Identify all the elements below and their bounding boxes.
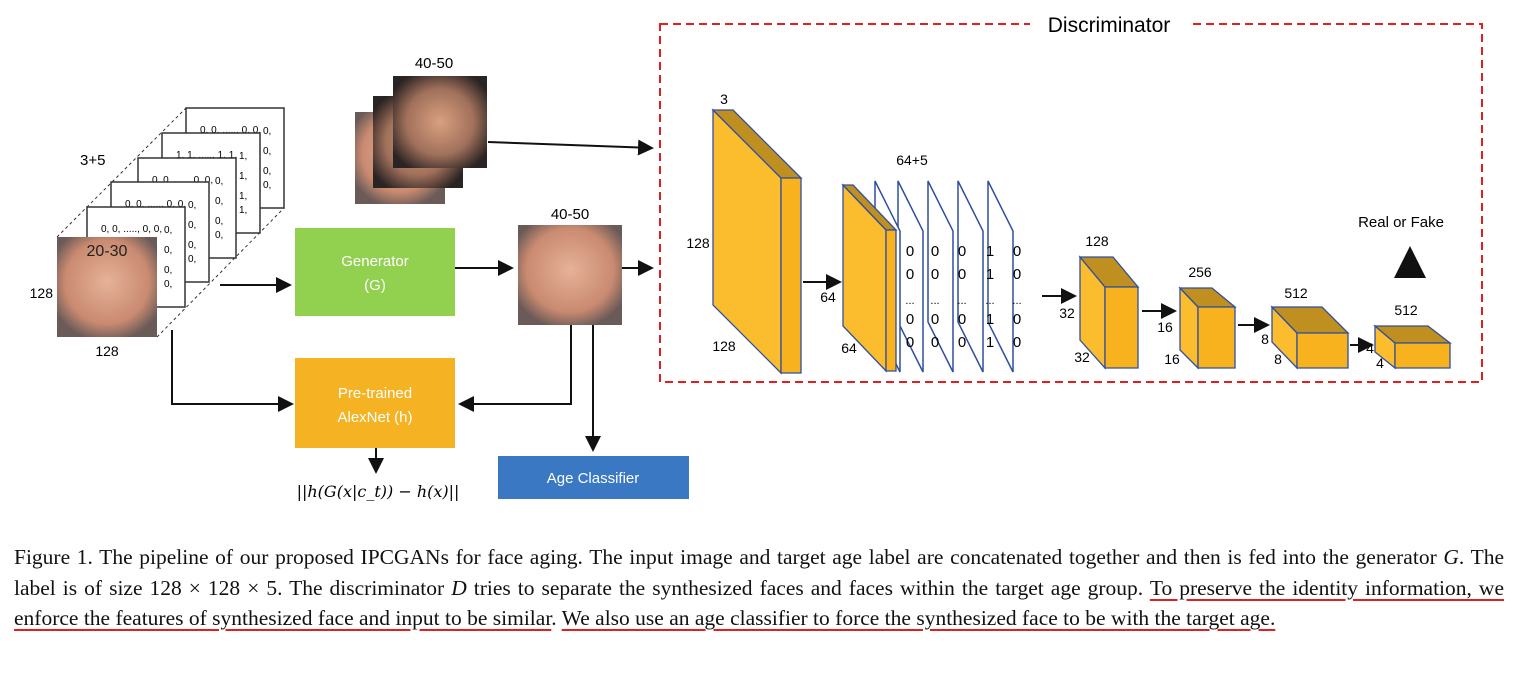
label-channel-value: 0 [1013, 311, 1021, 328]
dimension-label-l3_h: 32 [1059, 305, 1075, 321]
plane-col-text: 1, [239, 191, 247, 202]
dimension-label-l4_h: 16 [1157, 319, 1173, 335]
label-channel-value: 0 [931, 243, 939, 260]
dimension-label-l5_w: 8 [1274, 351, 1282, 367]
label-channel-value: 0 [958, 243, 966, 260]
label-channel-value: ... [1012, 295, 1021, 307]
plane-col-text: 0, [215, 230, 223, 241]
label-channel-value: 1 [986, 266, 994, 283]
plane-col-text: 0, [263, 166, 271, 177]
layer-front-face [885, 229, 897, 372]
dimension-label-l4_c: 256 [1188, 264, 1212, 280]
alexnet-sub: AlexNet (h) [337, 409, 412, 426]
label-channel-value: 0 [1013, 243, 1021, 260]
figure-caption: Figure 1. The pipeline of our proposed I… [14, 545, 1504, 630]
layer-front-face [780, 177, 802, 374]
input-age-label: 20-30 [87, 243, 128, 260]
dimension-label-l4_w: 16 [1164, 351, 1180, 367]
dimension-label-l2_w: 64 [841, 340, 857, 356]
label-channel-value: 1 [986, 243, 994, 260]
dimension-label-l5_h: 8 [1261, 331, 1269, 347]
label-channel-value: 0 [1013, 334, 1021, 351]
layer-front-face [1394, 342, 1451, 369]
dimension-label-l2_h: 64 [820, 289, 836, 305]
dimension-label-l2_c: 64+5 [896, 152, 928, 168]
layer-front-face [1197, 306, 1236, 369]
input-width-label: 128 [95, 343, 119, 359]
label-channel-value: ... [985, 295, 994, 307]
real-age-label: 40-50 [415, 55, 453, 72]
plane-col-text: 0, [188, 240, 196, 251]
plane-col-text: 0, [164, 245, 172, 256]
label-channel-value: 0 [931, 334, 939, 351]
generator-sub: (G) [364, 277, 386, 294]
label-channel-value: ... [905, 295, 914, 307]
plane-col-text: 0, [215, 176, 223, 187]
label-channel-value: 0 [931, 266, 939, 283]
label-channel-value: ... [957, 295, 966, 307]
plane-col-text: 0, [215, 196, 223, 207]
generator-label: Generator [341, 253, 409, 270]
label-channel-value: 1 [986, 334, 994, 351]
plane-col-text: 0, [164, 225, 172, 236]
label-channel-value: 0 [906, 266, 914, 283]
real-face-image-1 [393, 76, 487, 168]
plane-col-text: 0, [215, 216, 223, 227]
layer-front-face [1296, 332, 1349, 369]
underlined-sentence-2: We also use an age classifier to force t… [561, 606, 1276, 630]
generated-age-label: 40-50 [551, 206, 589, 223]
dimension-label-l1_c: 3 [720, 91, 728, 107]
dimension-label-l1_h: 128 [686, 235, 710, 251]
dimension-label-l3_c: 128 [1085, 233, 1109, 249]
dimension-label-l6_c: 512 [1394, 302, 1418, 318]
label-channel-value: 0 [1013, 266, 1021, 283]
input-channels-label: 3+5 [80, 152, 105, 169]
dimension-label-l6_h: 4 [1366, 340, 1374, 356]
dimension-label-l6_w: 4 [1376, 355, 1384, 371]
alexnet-block [295, 358, 455, 448]
label-channel-value: 0 [931, 311, 939, 328]
label-channel-value: 1 [986, 311, 994, 328]
dimension-label-l1_w: 128 [712, 338, 736, 354]
plane-col-text: 0, [263, 146, 271, 157]
discriminator-layers: 00...0000...0000...0011...1100...00 [711, 108, 1452, 375]
plane-col-text: 1, [239, 151, 247, 162]
label-channel-value: 0 [958, 334, 966, 351]
plane-col-text: 0, [263, 180, 271, 191]
dimension-label-l5_c: 512 [1284, 285, 1308, 301]
pipeline-diagram: 0, 0, ....., 0, 0, 0,0,0,0,1, 1, ....., 1… [30, 12, 1483, 501]
plane-col-text: 0, [164, 265, 172, 276]
label-channel-value: 0 [906, 311, 914, 328]
discriminator-title: Discriminator [1048, 14, 1171, 37]
plane-col-text: 0, [188, 254, 196, 265]
label-channel-value: 0 [906, 334, 914, 351]
alexnet-label: Pre-trained [338, 385, 412, 402]
label-channel-value: 0 [906, 243, 914, 260]
identity-loss-formula: ||h(G(x|c_t)) − h(x)|| [297, 482, 460, 501]
layer-front-face [1104, 286, 1139, 369]
label-channel-value: 0 [958, 266, 966, 283]
age-classifier-label: Age Classifier [547, 470, 640, 487]
plane-row-text: 0, 0, ....., 0, 0, [101, 224, 162, 235]
real-or-fake-label: Real or Fake [1358, 214, 1444, 231]
generated-face-image [518, 225, 622, 325]
plane-col-text: 0, [263, 126, 271, 137]
label-channel-value: ... [930, 295, 939, 307]
dimension-label-l3_w: 32 [1074, 349, 1090, 365]
plane-col-text: 0, [164, 279, 172, 290]
label-channel-value: 0 [958, 311, 966, 328]
plane-col-text: 0, [188, 220, 196, 231]
plane-col-text: 1, [239, 205, 247, 216]
plane-col-text: 1, [239, 171, 247, 182]
generator-block [295, 228, 455, 316]
input-height-label: 128 [30, 285, 54, 301]
plane-col-text: 0, [188, 200, 196, 211]
